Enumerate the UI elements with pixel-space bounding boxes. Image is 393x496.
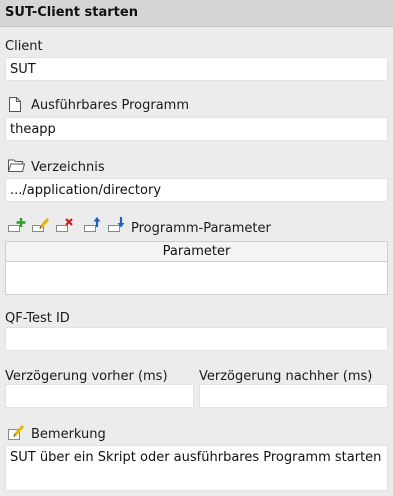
directory-label: Verzeichnis: [31, 160, 105, 175]
delay-after-field[interactable]: [199, 384, 388, 408]
delay-after-label: Verzögerung nachher (ms): [199, 369, 373, 384]
file-icon: [9, 97, 21, 112]
delay-before-field[interactable]: [5, 384, 194, 408]
title-bar: SUT-Client starten: [0, 0, 393, 27]
page-title: SUT-Client starten: [5, 5, 138, 20]
parameter-table[interactable]: Parameter: [5, 241, 388, 295]
comment-label: Bemerkung: [31, 427, 106, 442]
delete-icon[interactable]: [56, 216, 74, 232]
params-label: Programm-Parameter: [131, 221, 271, 236]
parameter-column-header[interactable]: Parameter: [6, 242, 387, 262]
client-field[interactable]: SUT: [5, 57, 388, 81]
client-label: Client: [5, 39, 43, 54]
move-up-icon[interactable]: [84, 216, 102, 232]
move-down-icon[interactable]: [108, 216, 126, 232]
pencil-note-icon: [8, 425, 25, 440]
delay-before-label: Verzögerung vorher (ms): [5, 369, 168, 384]
folder-icon: [8, 159, 25, 172]
program-label: Ausführbares Programm: [31, 98, 189, 113]
qftest-id-label: QF-Test ID: [5, 311, 70, 326]
add-icon[interactable]: [8, 216, 26, 232]
program-field[interactable]: theapp: [5, 117, 388, 141]
qftest-id-field[interactable]: [5, 327, 388, 351]
edit-icon[interactable]: [32, 216, 50, 232]
comment-field[interactable]: SUT über ein Skript oder ausführbares Pr…: [5, 445, 388, 491]
directory-field[interactable]: .../application/directory: [5, 178, 388, 202]
